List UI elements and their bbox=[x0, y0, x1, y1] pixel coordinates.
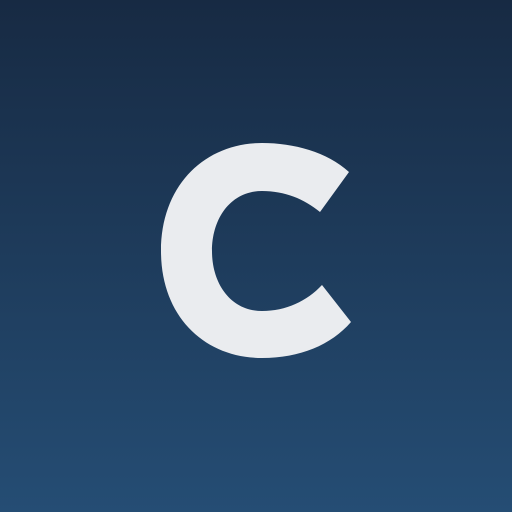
app-icon bbox=[0, 0, 512, 512]
c-logo-icon bbox=[161, 143, 351, 358]
